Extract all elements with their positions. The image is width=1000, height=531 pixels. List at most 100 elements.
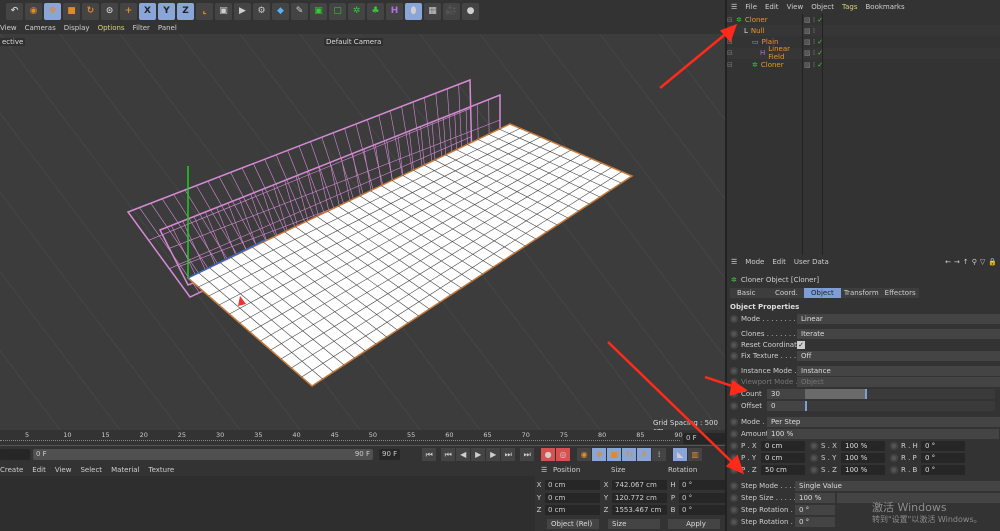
object-name[interactable]: Null — [751, 27, 796, 35]
live-select-icon[interactable]: ◉ — [25, 2, 42, 20]
next-frame-icon[interactable]: ▶ — [486, 448, 501, 461]
layer-toggle-icon[interactable]: ▨ ⁞ ✓ — [804, 38, 823, 46]
frame-field[interactable]: 0 F — [683, 433, 725, 444]
animate-icon[interactable] — [730, 314, 738, 323]
layer-toggle-icon[interactable]: ▨ ⁞ — [804, 27, 815, 35]
apply-button[interactable]: Apply — [668, 519, 720, 529]
light-icon[interactable]: ● — [462, 2, 479, 20]
menu-icon[interactable]: ☰ — [731, 258, 737, 266]
animate-icon[interactable] — [730, 340, 738, 349]
menu-filter[interactable]: Filter — [133, 24, 150, 32]
record-icon[interactable]: ● — [541, 448, 556, 461]
rot-field[interactable]: 0 ° — [921, 464, 965, 475]
count-field[interactable]: 30 — [767, 388, 805, 399]
scale-field[interactable]: 100 % — [841, 440, 885, 451]
menu-panel[interactable]: Panel — [158, 24, 177, 32]
prev-frame-icon[interactable]: ◀ — [456, 448, 471, 461]
amount-slider[interactable] — [809, 428, 999, 439]
menu-bookmarks[interactable]: Bookmarks — [866, 3, 905, 11]
scale-icon[interactable]: ■ — [63, 2, 80, 20]
animate-icon[interactable] — [730, 493, 738, 502]
end-frame-field[interactable]: 90 F — [379, 449, 401, 460]
render-view-icon[interactable]: ▣ — [215, 2, 232, 20]
rotate-icon[interactable]: ↻ — [82, 2, 99, 20]
z-axis-icon[interactable]: Z — [177, 2, 194, 20]
step-size-field[interactable]: 100 % — [795, 492, 835, 503]
cloner-icon[interactable]: ✲ — [348, 2, 365, 20]
pos-field[interactable]: 50 cm — [761, 464, 805, 475]
expand-icon[interactable]: ⊟ — [727, 27, 741, 35]
mograph-icon[interactable]: ♣ — [367, 2, 384, 20]
object-row[interactable]: ⊟ H Linear Field ▨ ⁞ ✓ — [727, 45, 1000, 61]
rot-field[interactable]: 0 ° — [921, 452, 965, 463]
key-position-icon[interactable]: ✥ — [592, 448, 607, 461]
menu-user-data[interactable]: User Data — [794, 258, 829, 266]
timeline-icon[interactable]: ▥ — [688, 448, 703, 461]
animate-icon[interactable] — [890, 453, 898, 462]
timeline-ruler[interactable]: 5 10 15 20 25 30 35 40 45 50 55 60 65 70 75 80 85 90 — [0, 430, 725, 446]
tab-effectors[interactable]: Effectors — [881, 287, 919, 298]
object-name[interactable]: Cloner — [745, 16, 800, 24]
go-end-icon[interactable]: ⏭ — [520, 448, 535, 461]
play-icon[interactable]: ▶ — [471, 448, 486, 461]
animate-icon[interactable] — [730, 429, 738, 438]
menu-material[interactable]: Material — [111, 466, 139, 474]
menu-create[interactable]: Create — [0, 466, 23, 474]
animate-icon[interactable] — [730, 377, 738, 386]
key-param-icon[interactable]: P — [637, 448, 652, 461]
animate-icon[interactable] — [730, 329, 738, 338]
tab-transform[interactable]: Transform — [840, 287, 882, 298]
menu-edit[interactable]: Edit — [32, 466, 46, 474]
x-axis-icon[interactable]: X — [139, 2, 156, 20]
animate-icon[interactable] — [810, 441, 818, 450]
expand-icon[interactable]: ⊟ — [727, 61, 749, 69]
next-key-icon[interactable]: ⏭ — [501, 448, 516, 461]
animate-icon[interactable] — [890, 441, 898, 450]
cube-icon[interactable]: ◆ — [272, 2, 289, 20]
menu-cameras[interactable]: Cameras — [25, 24, 56, 32]
animate-icon[interactable] — [730, 366, 738, 375]
viewport-mode-field[interactable]: Object — [797, 376, 1000, 387]
pos-field[interactable]: 0 cm — [761, 452, 805, 463]
fix-texture-field[interactable]: Off — [797, 350, 1000, 361]
pos-field[interactable]: 0 cm — [761, 440, 805, 451]
step-rotation-p-field[interactable]: 0 ° — [795, 516, 835, 527]
scale-field[interactable]: 100 % — [841, 464, 885, 475]
layer-toggle-icon[interactable]: ▨ ⁞ ✓ — [804, 61, 823, 69]
scheme-icon[interactable]: ◣ — [673, 448, 688, 461]
menu-file[interactable]: File — [745, 3, 757, 11]
amount-field[interactable]: 100 % — [767, 428, 809, 439]
coord-field[interactable]: 742.067 cm — [612, 480, 667, 490]
layer-toggle-icon[interactable]: ▨ ⁞ ✓ — [804, 49, 823, 57]
expand-icon[interactable]: ⊟ — [727, 16, 733, 24]
offset-slider[interactable] — [805, 400, 995, 411]
object-name[interactable]: Cloner — [761, 61, 796, 69]
camera-label[interactable]: Default Camera — [324, 38, 384, 46]
menu-edit[interactable]: Edit — [765, 3, 779, 11]
offset-field[interactable]: 0 — [767, 400, 805, 411]
move-icon[interactable]: ✥ — [44, 2, 61, 20]
animate-icon[interactable] — [730, 517, 738, 526]
menu-mode[interactable]: Mode — [745, 258, 764, 266]
menu-tags[interactable]: Tags — [842, 3, 858, 11]
key-scale-icon[interactable]: ■ — [607, 448, 622, 461]
camera-icon[interactable]: 🎥 — [443, 2, 460, 20]
count-slider[interactable] — [805, 388, 867, 399]
go-start-icon[interactable]: ⏮ — [422, 448, 437, 461]
coord-field[interactable]: 0 cm — [545, 505, 600, 515]
animate-icon[interactable] — [730, 481, 738, 490]
animate-icon[interactable] — [730, 441, 738, 450]
frame-range-slider[interactable]: 0 F 90 F — [33, 449, 373, 460]
animate-icon[interactable] — [810, 465, 818, 474]
clones-field[interactable]: Iterate — [797, 328, 1000, 339]
y-axis-icon[interactable]: Y — [158, 2, 175, 20]
step-mode-field[interactable]: Single Value — [795, 480, 1000, 491]
viewport-3d[interactable]: ective Default Camera Grid Spacing : 500… — [0, 34, 725, 430]
mode-field[interactable]: Linear — [797, 313, 1000, 324]
menu-edit[interactable]: Edit — [772, 258, 786, 266]
coord-field[interactable]: 1553.467 cm — [612, 505, 667, 515]
deformer-icon[interactable]: ⬮ — [405, 2, 422, 20]
animate-icon[interactable] — [730, 351, 738, 360]
menu-select[interactable]: Select — [80, 466, 102, 474]
render-picture-icon[interactable]: ▶ — [234, 2, 251, 20]
